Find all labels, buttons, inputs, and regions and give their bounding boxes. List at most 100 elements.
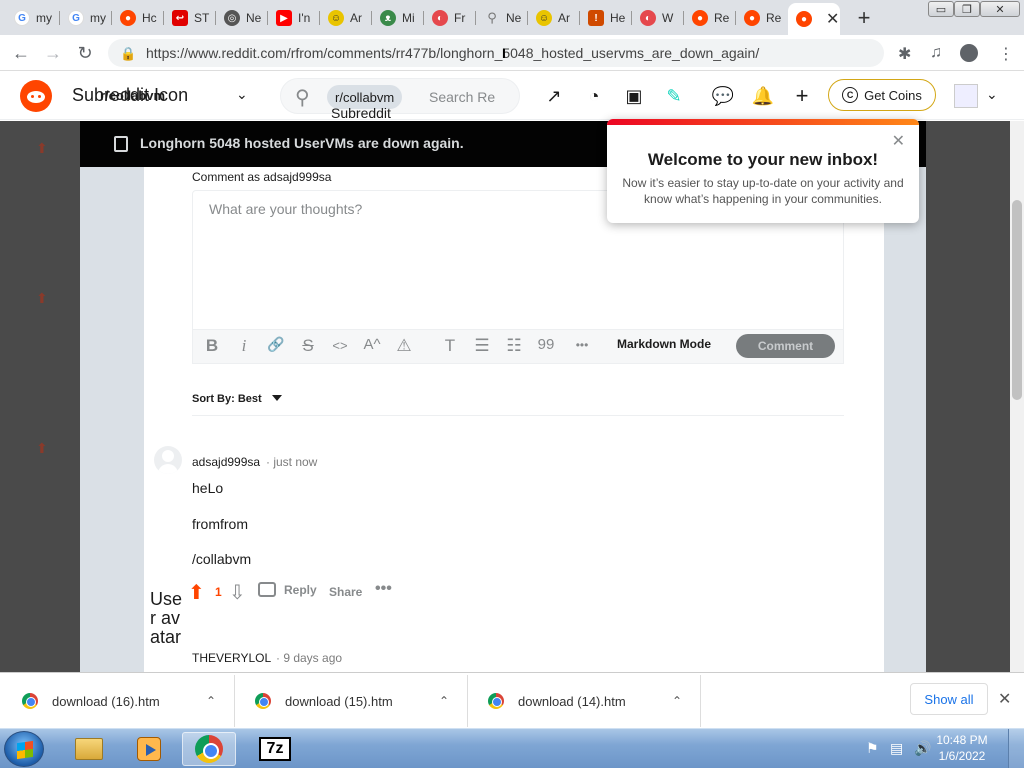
get-coins-button[interactable]: C Get Coins <box>828 79 936 111</box>
scrollbar-thumb[interactable] <box>1012 200 1022 400</box>
browser-tab[interactable]: ☺ Ar <box>320 4 372 32</box>
browser-tab[interactable]: ↩ ST <box>164 4 216 32</box>
popular-icon[interactable]: ↗ <box>542 84 566 108</box>
bold-icon[interactable]: B <box>201 336 223 356</box>
download-item[interactable]: download (16).htm ⌃ <box>2 675 235 727</box>
spoiler-icon[interactable]: ⚠ <box>393 336 415 356</box>
close-icon[interactable]: ✕ <box>826 9 839 29</box>
strikethrough-icon[interactable]: S <box>297 336 319 356</box>
new-tab-button[interactable]: + <box>853 5 875 31</box>
menu-icon[interactable]: ⋮ <box>998 44 1014 64</box>
video-icon[interactable]: ▣ <box>622 84 646 108</box>
browser-tab[interactable]: ! He <box>580 4 632 32</box>
subreddit-name[interactable]: r/collabvm <box>100 88 165 103</box>
comment-author[interactable]: THEVERYLOL <box>192 651 271 665</box>
numbered-list-icon[interactable]: ☷ <box>503 336 525 356</box>
taskbar-explorer[interactable] <box>62 732 116 766</box>
volume-icon[interactable]: 🔊 <box>914 740 931 757</box>
comment-submit-button[interactable]: Comment <box>736 334 835 358</box>
bulleted-list-icon[interactable]: ☰ <box>471 336 493 356</box>
browser-tab[interactable]: ● Hc <box>112 4 164 32</box>
comment-timestamp[interactable]: · just now <box>266 455 317 469</box>
stats-icon[interactable]: ◔ <box>582 84 606 108</box>
system-clock[interactable]: 10:48 PM 1/6/2022 <box>930 732 994 764</box>
taskbar-media-player[interactable] <box>122 732 176 766</box>
superscript-icon[interactable]: A^ <box>361 336 383 353</box>
browser-tab[interactable]: Gmy <box>60 4 112 32</box>
sort-dropdown[interactable]: Sort By: Best <box>192 393 262 405</box>
show-desktop-button[interactable] <box>1008 729 1024 768</box>
comment-avatar[interactable] <box>154 446 182 474</box>
restore-button[interactable]: ❐ <box>954 1 980 17</box>
chevron-up-icon[interactable]: ⌃ <box>672 694 682 708</box>
browser-tab[interactable]: Gmy <box>6 4 60 32</box>
predictions-icon[interactable]: ✎ <box>662 84 686 108</box>
tab-label: my <box>36 11 52 25</box>
close-icon[interactable]: ✕ <box>892 131 905 151</box>
profile-icon[interactable] <box>960 44 978 62</box>
inline-code-icon[interactable]: <> <box>329 338 351 353</box>
search-icon: ⚲ <box>487 10 497 25</box>
comment-author[interactable]: adsajd999sa <box>192 455 260 469</box>
reply-button[interactable]: Reply <box>258 582 317 597</box>
user-avatar[interactable]: User avatar <box>150 590 186 668</box>
close-window-button[interactable]: ✕ <box>980 1 1020 17</box>
taskbar: 7z ⚑ ▤ 🔊 <box>0 728 1024 768</box>
minimize-button[interactable]: ▭ <box>928 1 954 17</box>
media-icon[interactable]: ♫ <box>930 44 942 62</box>
markdown-mode-button[interactable]: Markdown Mode <box>617 337 711 351</box>
quote-icon[interactable]: 99 <box>535 336 557 353</box>
more-options-icon[interactable]: ••• <box>571 338 593 352</box>
document-icon <box>114 136 128 152</box>
caret-down-icon[interactable] <box>272 395 282 401</box>
browser-tab[interactable]: ◐ W <box>632 4 684 32</box>
upvote-icon[interactable]: ⬆ <box>188 580 205 605</box>
tab-label: W <box>662 11 674 25</box>
chat-icon[interactable]: 💬 <box>711 84 735 108</box>
download-item[interactable]: download (14).htm ⌃ <box>468 675 701 727</box>
show-all-button[interactable]: Show all <box>910 683 988 715</box>
browser-tab[interactable]: ● Re <box>684 4 736 32</box>
browser-tab[interactable]: ▶ I'n <box>268 4 320 32</box>
reddit-icon: ● <box>796 11 812 27</box>
close-icon[interactable]: ✕ <box>998 689 1011 709</box>
comment-timestamp[interactable]: · 9 days ago <box>276 651 342 665</box>
bell-icon[interactable]: 🔔 <box>751 84 775 108</box>
user-avatar[interactable] <box>954 84 978 108</box>
back-button[interactable]: ← <box>10 42 32 64</box>
downvote-icon[interactable]: ⇩ <box>229 580 246 605</box>
reddit-logo[interactable] <box>20 80 52 112</box>
taskbar-7zip[interactable]: 7z <box>248 732 302 766</box>
taskbar-chrome[interactable] <box>182 732 236 766</box>
chevron-up-icon[interactable]: ⌃ <box>439 694 449 708</box>
browser-tab[interactable]: ◐ Fr <box>424 4 476 32</box>
flag-icon[interactable]: ⚑ <box>866 740 879 757</box>
link-icon[interactable]: 🔗 <box>265 336 287 353</box>
heading-icon[interactable]: T <box>439 336 461 356</box>
browser-tab[interactable]: ● Re <box>736 4 788 32</box>
chevron-up-icon[interactable]: ⌃ <box>206 694 216 708</box>
vote-count: 1 <box>215 585 222 599</box>
search-input[interactable]: Search Re <box>429 89 495 105</box>
browser-tab[interactable]: ⚲ Ne <box>476 4 528 32</box>
browser-tab[interactable]: ☺ Ar <box>528 4 580 32</box>
extensions-icon[interactable]: ✱ <box>898 44 911 64</box>
italic-icon[interactable]: i <box>233 336 255 356</box>
search-box[interactable]: ⚲ r/collabvm Subreddit Search Re <box>280 78 520 121</box>
address-bar[interactable]: 🔒 https://www.reddit.com/rfrom/comments/… <box>108 39 884 67</box>
network-icon[interactable]: ▤ <box>890 740 903 757</box>
create-post-icon[interactable]: + <box>790 84 814 108</box>
more-options-icon[interactable]: ••• <box>375 580 392 598</box>
download-item[interactable]: download (15).htm ⌃ <box>235 675 468 727</box>
tab-label: I'n <box>298 11 311 25</box>
lock-icon[interactable]: 🔒 <box>120 46 136 61</box>
forward-button[interactable]: → <box>42 42 64 64</box>
chevron-down-icon[interactable]: ⌄ <box>236 86 248 103</box>
chevron-down-icon[interactable]: ⌄ <box>986 86 998 103</box>
browser-tab[interactable]: ᴥ Mi <box>372 4 424 32</box>
browser-tab-active[interactable]: ● ✕ <box>788 3 840 35</box>
reload-button[interactable]: ↻ <box>74 42 96 64</box>
share-button[interactable]: Share <box>329 585 362 599</box>
browser-tab[interactable]: ◎ Ne <box>216 4 268 32</box>
start-button[interactable] <box>4 731 44 767</box>
